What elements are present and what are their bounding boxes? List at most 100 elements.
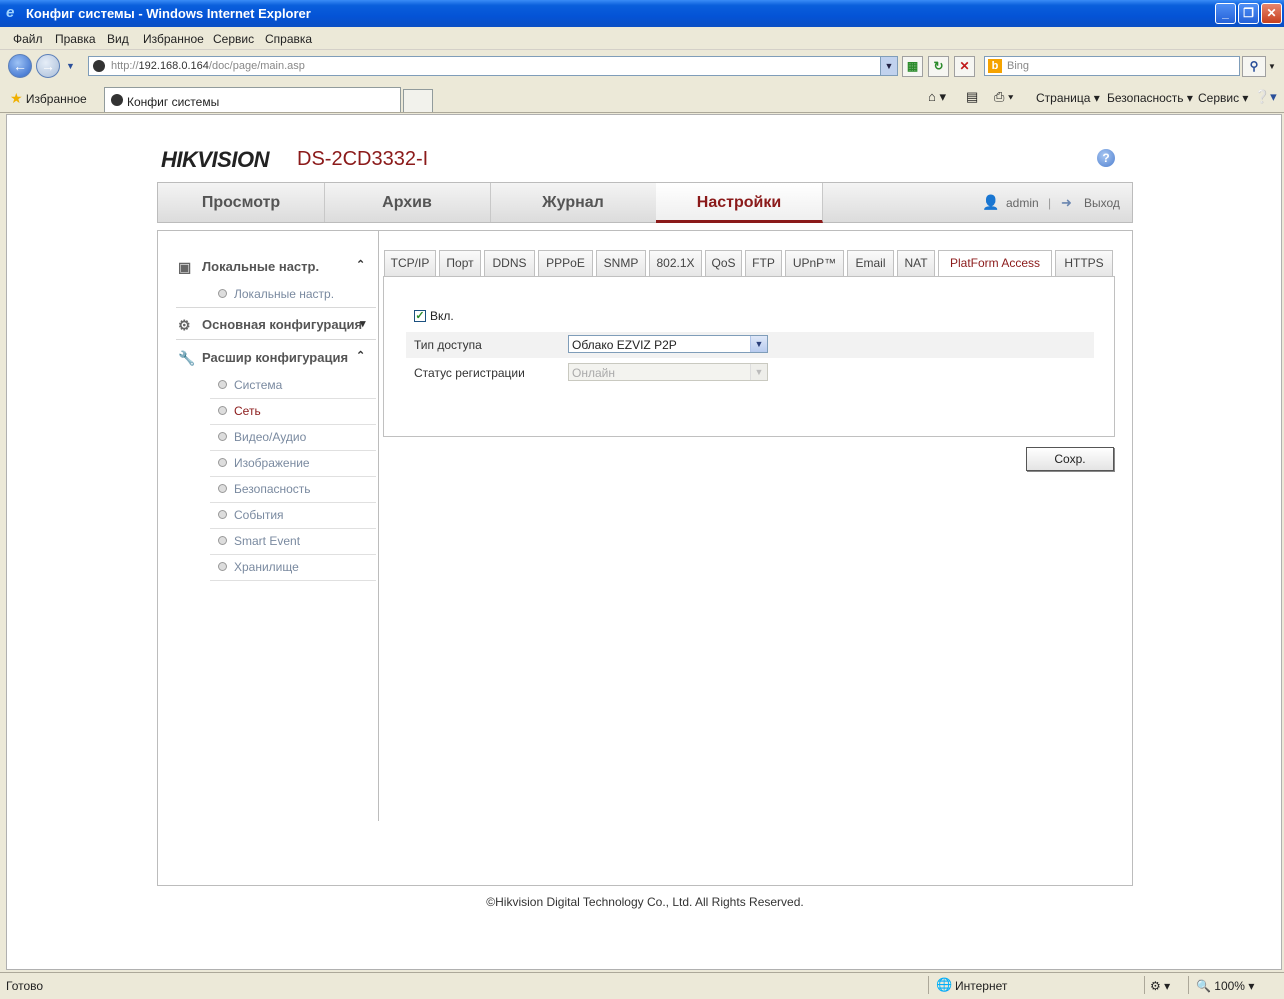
bullet-icon bbox=[218, 380, 227, 389]
security-menu[interactable]: Безопасность ▾ bbox=[1107, 91, 1193, 105]
search-input[interactable]: b Bing bbox=[984, 56, 1240, 76]
favorites-button[interactable]: ★ Избранное bbox=[10, 90, 87, 107]
enable-checkbox[interactable]: ✓ bbox=[414, 310, 426, 322]
tab-qos[interactable]: QoS bbox=[705, 250, 742, 276]
globe-icon: 🌐 bbox=[936, 977, 953, 992]
menu-view[interactable]: Вид bbox=[107, 32, 129, 46]
logout-link[interactable]: Выход bbox=[1084, 196, 1120, 210]
tab-port[interactable]: Порт bbox=[439, 250, 481, 276]
wrench-icon: 🔧 bbox=[178, 350, 196, 366]
enable-label: Вкл. bbox=[430, 309, 454, 323]
chevron-down-icon: ▼ bbox=[750, 336, 767, 352]
nav-live-view[interactable]: Просмотр bbox=[158, 183, 325, 222]
chevron-up-icon: ⌃ bbox=[356, 259, 366, 271]
tab-upnp[interactable]: UPnP™ bbox=[785, 250, 844, 276]
address-bar: ← → ▼ http://192.168.0.164/doc/page/main… bbox=[0, 50, 1284, 84]
tab-nat[interactable]: NAT bbox=[897, 250, 935, 276]
security-zone: Интернет bbox=[955, 979, 1008, 993]
maximize-button[interactable]: ❐ bbox=[1238, 3, 1259, 24]
sidebar-item-image[interactable]: Изображение bbox=[210, 450, 376, 477]
refresh-icon[interactable]: ↻ bbox=[928, 56, 949, 77]
content-area: ▣ Локальные настр. ⌃ Локальные настр. ⚙ … bbox=[157, 230, 1133, 886]
protected-mode-icon[interactable]: ⚙ ▾ bbox=[1150, 979, 1170, 993]
local-config-icon: ▣ bbox=[178, 259, 192, 275]
status-divider bbox=[1144, 976, 1145, 994]
tab-pppoe[interactable]: PPPoE bbox=[538, 250, 593, 276]
url-input[interactable]: http://192.168.0.164/doc/page/main.asp ▼ bbox=[88, 56, 898, 76]
tab-tcpip[interactable]: TCP/IP bbox=[384, 250, 436, 276]
device-model: DS-2CD3332-I bbox=[297, 148, 429, 170]
bullet-icon bbox=[218, 432, 227, 441]
tab-snmp[interactable]: SNMP bbox=[596, 250, 646, 276]
home-icon[interactable]: ⌂ ▾ bbox=[928, 89, 946, 105]
page-menu[interactable]: Страница ▾ bbox=[1036, 91, 1100, 105]
main-nav: Просмотр Архив Журнал Настройки 👤 admin … bbox=[157, 182, 1133, 223]
tools-menu[interactable]: Сервис ▾ bbox=[1198, 91, 1248, 105]
menu-file[interactable]: Файл bbox=[13, 32, 43, 46]
tab-8021x[interactable]: 802.1X bbox=[649, 250, 702, 276]
new-tab-button[interactable] bbox=[403, 89, 433, 112]
feeds-icon[interactable]: ▤ bbox=[966, 89, 978, 105]
bullet-icon bbox=[218, 510, 227, 519]
platform-access-panel: ✓ Вкл. Тип доступа Облако EZVIZ P2P ▼ Ст… bbox=[383, 276, 1115, 437]
tab-ddns[interactable]: DDNS bbox=[484, 250, 535, 276]
ie-logo-icon: e bbox=[6, 4, 15, 21]
save-button[interactable]: Сохр. bbox=[1026, 447, 1114, 471]
search-icon[interactable]: ⚲ bbox=[1242, 56, 1266, 77]
window-titlebar: e Конфиг системы - Windows Internet Expl… bbox=[0, 0, 1284, 27]
sidebar-item-storage[interactable]: Хранилище bbox=[210, 554, 376, 581]
logout-icon: ➜ bbox=[1061, 195, 1072, 210]
history-dropdown-icon[interactable]: ▼ bbox=[66, 61, 75, 71]
menu-bar: Файл Правка Вид Избранное Сервис Справка bbox=[0, 27, 1284, 50]
sidebar-item-local-config[interactable]: Локальные настр. bbox=[210, 281, 376, 307]
nav-playback[interactable]: Архив bbox=[324, 183, 491, 222]
menu-tools[interactable]: Сервис bbox=[213, 32, 254, 46]
access-type-select[interactable]: Облако EZVIZ P2P ▼ bbox=[568, 335, 768, 353]
status-bar: Готово 🌐 Интернет ⚙ ▾ 🔍 100% ▾ bbox=[0, 972, 1284, 999]
forward-button[interactable]: → bbox=[36, 54, 60, 78]
tab-site-icon bbox=[111, 94, 123, 106]
menu-help[interactable]: Справка bbox=[265, 32, 312, 46]
sidebar-item-smart-event[interactable]: Smart Event bbox=[210, 528, 376, 555]
status-divider bbox=[1188, 976, 1189, 994]
minimize-button[interactable]: _ bbox=[1215, 3, 1236, 24]
help-icon[interactable]: ? bbox=[1097, 149, 1115, 167]
zoom-control[interactable]: 🔍 100% ▾ bbox=[1196, 979, 1254, 993]
tab-ftp[interactable]: FTP bbox=[745, 250, 782, 276]
sidebar-item-system[interactable]: Система bbox=[210, 372, 376, 399]
url-dropdown-icon[interactable]: ▼ bbox=[880, 57, 897, 75]
back-button[interactable]: ← bbox=[8, 54, 32, 78]
chevron-up-icon: ⌃ bbox=[356, 350, 366, 362]
tab-email[interactable]: Email bbox=[847, 250, 894, 276]
compat-view-icon[interactable]: ▦ bbox=[902, 56, 923, 77]
bullet-icon bbox=[218, 562, 227, 571]
browser-tab[interactable]: Конфиг системы bbox=[104, 87, 401, 112]
star-icon: ★ bbox=[10, 90, 23, 106]
menu-edit[interactable]: Правка bbox=[55, 32, 96, 46]
menu-favorites[interactable]: Избранное bbox=[143, 32, 204, 46]
status-text: Готово bbox=[6, 979, 44, 993]
sidebar-item-network[interactable]: Сеть bbox=[210, 398, 376, 425]
close-button[interactable]: ✕ bbox=[1261, 3, 1282, 24]
stop-icon[interactable]: ✕ bbox=[954, 56, 975, 77]
bullet-icon bbox=[218, 484, 227, 493]
reg-status-select: Онлайн ▼ bbox=[568, 363, 768, 381]
tab-platform-access[interactable]: PlatForm Access bbox=[938, 250, 1052, 277]
sidebar-item-video-audio[interactable]: Видео/Аудио bbox=[210, 424, 376, 451]
search-options-icon[interactable]: ▼ bbox=[1268, 62, 1276, 71]
nav-log[interactable]: Журнал bbox=[490, 183, 657, 222]
status-divider bbox=[928, 976, 929, 994]
chevron-down-icon: ▼ bbox=[750, 364, 767, 380]
chevron-down-icon: ▾ bbox=[360, 318, 366, 330]
reg-status-label: Статус регистрации bbox=[414, 366, 525, 380]
print-icon[interactable]: ⎙ ▾ bbox=[994, 89, 1013, 105]
sidebar-item-events[interactable]: События bbox=[210, 502, 376, 529]
sidebar-item-security[interactable]: Безопасность bbox=[210, 476, 376, 503]
help-menu-icon[interactable]: ❔▾ bbox=[1254, 89, 1277, 105]
url-text: http://192.168.0.164/doc/page/main.asp bbox=[111, 60, 305, 72]
user-icon: 👤 bbox=[982, 194, 1000, 210]
username: admin bbox=[1006, 196, 1039, 210]
nav-configuration[interactable]: Настройки bbox=[656, 183, 823, 223]
tab-https[interactable]: HTTPS bbox=[1055, 250, 1113, 276]
sidebar-divider bbox=[176, 339, 376, 340]
